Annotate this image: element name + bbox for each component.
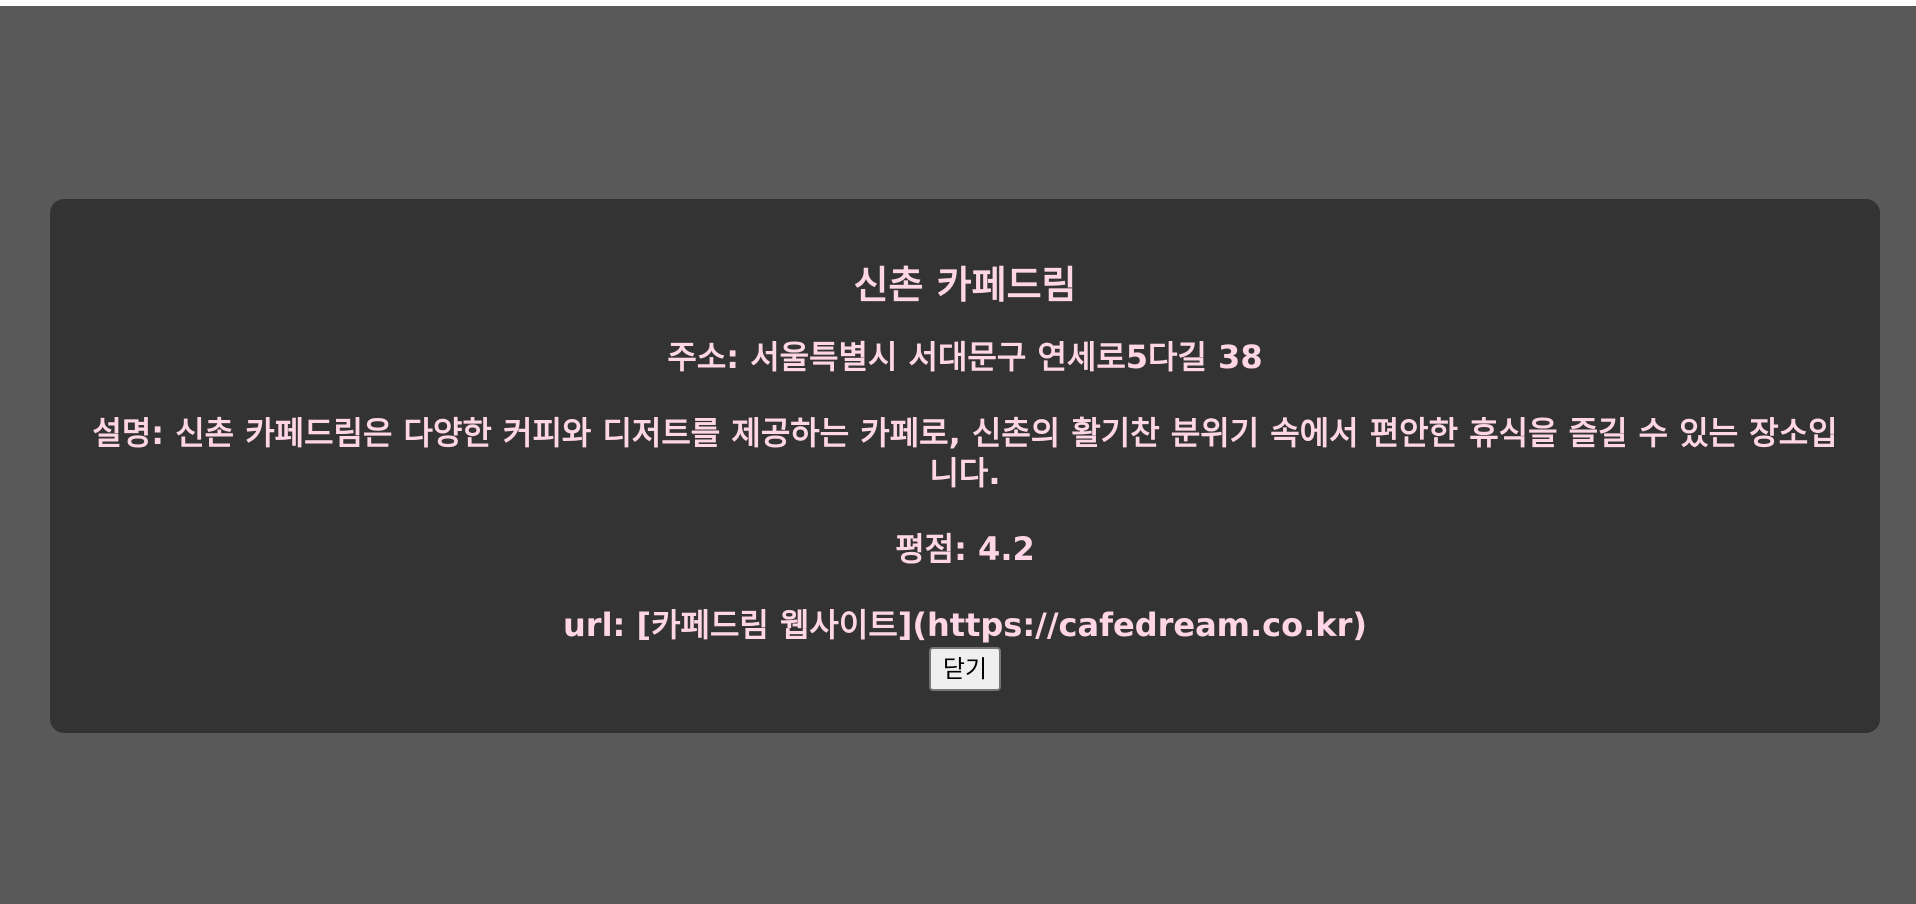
place-description: 설명: 신촌 카페드림은 다양한 커피와 디저트를 제공하는 카페로, 신촌의 … [92, 414, 1838, 492]
close-button[interactable]: 닫기 [928, 647, 1002, 691]
place-title: 신촌 카페드림 [853, 263, 1077, 307]
place-address: 주소: 서울특별시 서대문구 연세로5다길 38 [667, 338, 1263, 376]
place-url: url: [카페드림 웹사이트](https://cafedream.co.kr… [563, 606, 1367, 644]
place-rating: 평점: 4.2 [895, 530, 1035, 568]
modal-overlay[interactable]: 신촌 카페드림 주소: 서울특별시 서대문구 연세로5다길 38 설명: 신촌 … [0, 6, 1916, 904]
place-detail-modal: 신촌 카페드림 주소: 서울특별시 서대문구 연세로5다길 38 설명: 신촌 … [50, 199, 1880, 733]
